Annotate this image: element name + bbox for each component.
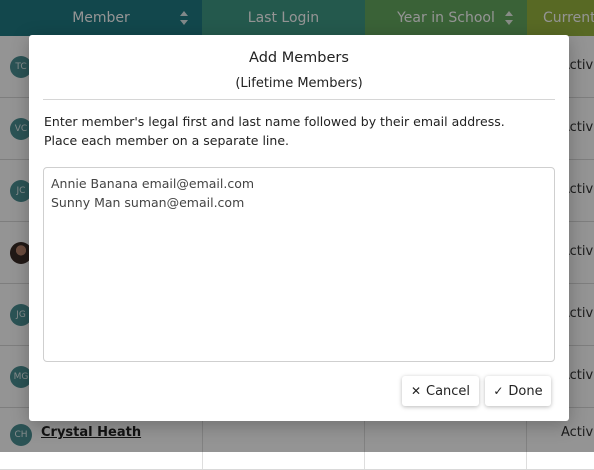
add-members-dialog: Add Members (Lifetime Members) Enter mem… <box>29 35 569 421</box>
dialog-subtitle: (Lifetime Members) <box>235 76 363 91</box>
textarea-line: Annie Banana email@email.com <box>51 176 255 191</box>
instruction-text: Place each member on a separate line. <box>44 133 289 148</box>
done-button-label: Done <box>508 383 543 399</box>
textarea-line: Sunny Man suman@email.com <box>51 195 245 210</box>
members-textarea[interactable]: Annie Banana email@email.com Sunny Man s… <box>43 167 555 362</box>
cancel-button[interactable]: ✕ Cancel <box>402 376 479 406</box>
check-icon: ✓ <box>493 384 504 398</box>
close-icon: ✕ <box>410 384 421 398</box>
instruction-text: Enter member's legal first and last name… <box>44 114 505 129</box>
done-button[interactable]: ✓ Done <box>485 376 551 406</box>
divider <box>43 99 555 100</box>
cancel-button-label: Cancel <box>426 383 471 399</box>
dialog-title: Add Members <box>249 50 349 66</box>
